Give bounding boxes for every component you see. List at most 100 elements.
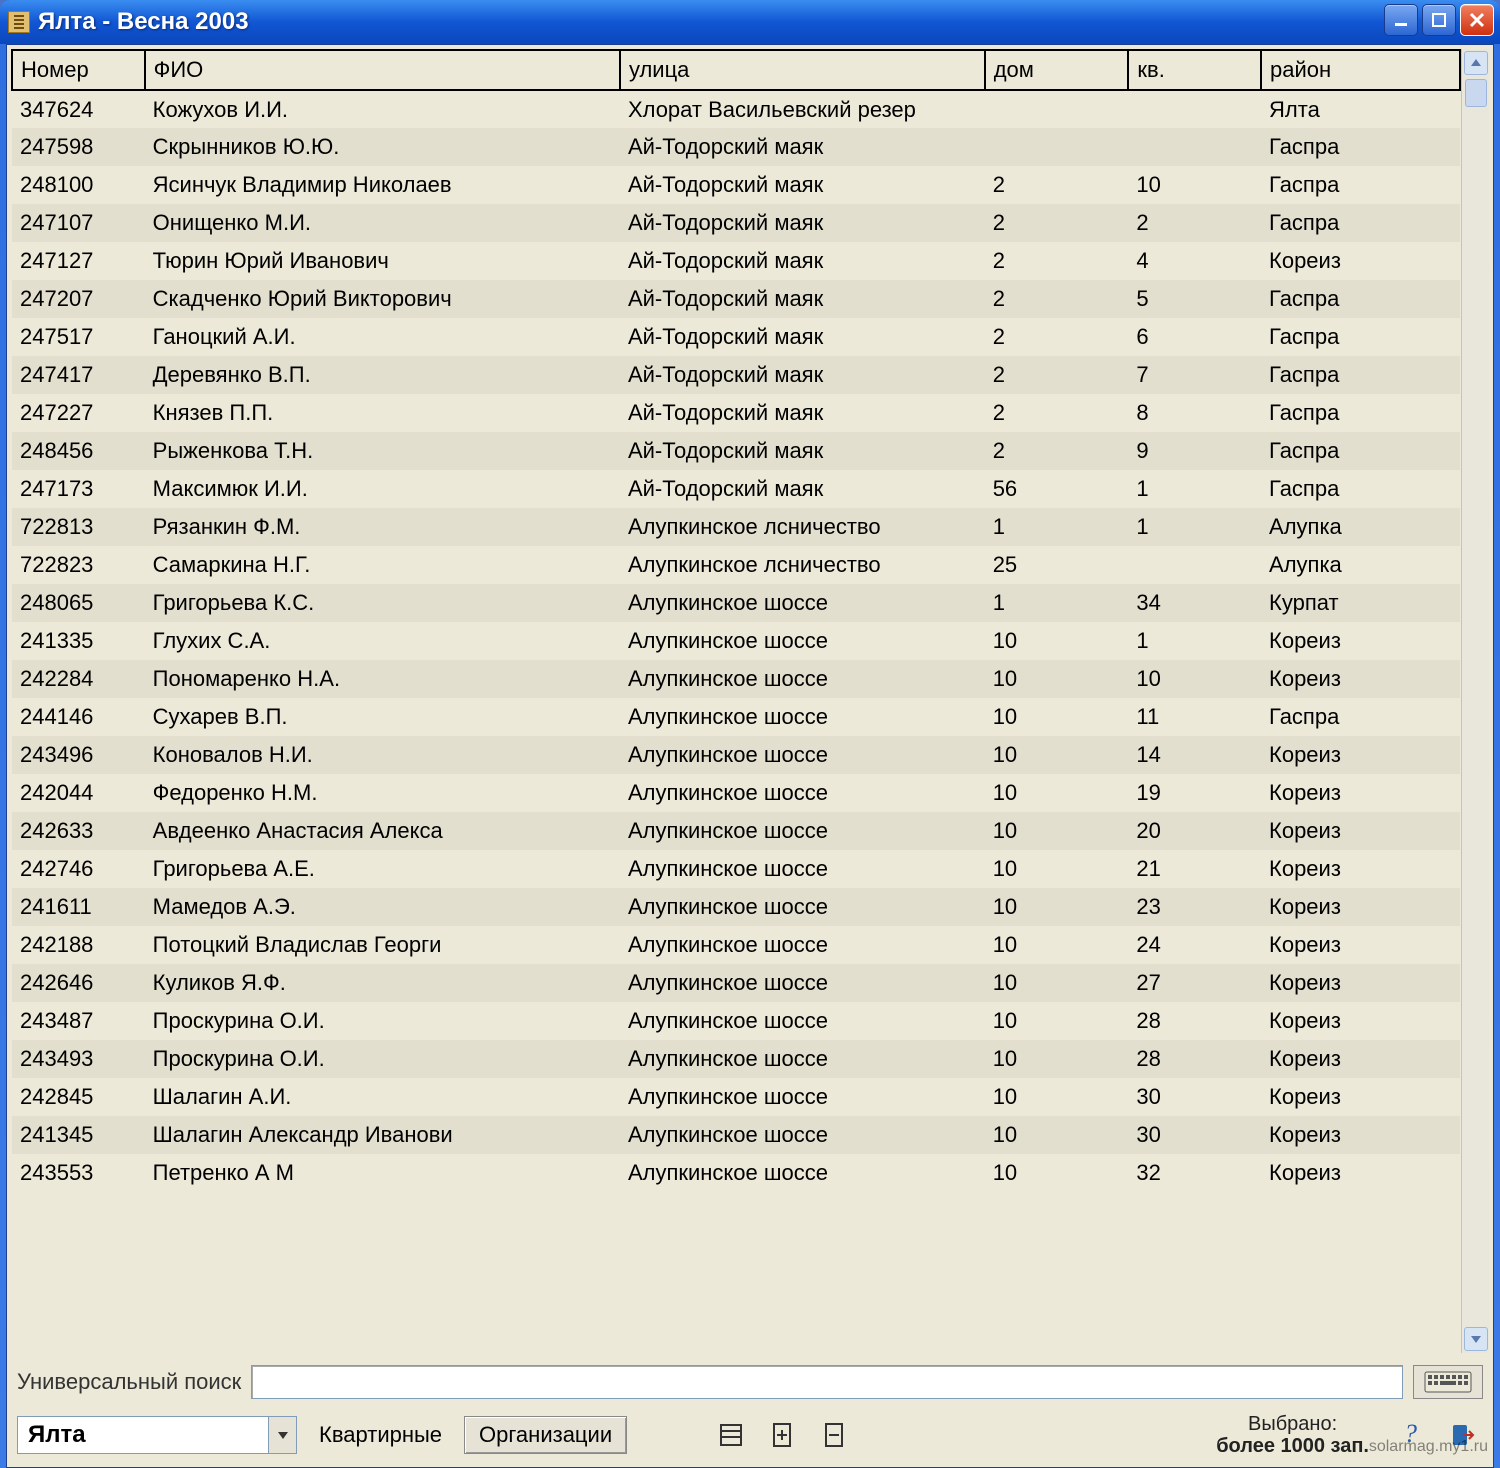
cell-district[interactable]: Гаспра — [1261, 432, 1460, 470]
cell-fio[interactable]: Максимюк И.И. — [145, 470, 620, 508]
cell-street[interactable]: Алупкинское шоссе — [620, 1116, 985, 1154]
cell-house[interactable]: 10 — [985, 888, 1129, 926]
cell-num[interactable]: 241335 — [12, 622, 145, 660]
cell-fio[interactable]: Сухарев В.П. — [145, 698, 620, 736]
cell-num[interactable]: 247517 — [12, 318, 145, 356]
cell-district[interactable]: Кореиз — [1261, 242, 1460, 280]
cell-street[interactable]: Хлорат Васильевский резер — [620, 90, 985, 128]
cell-district[interactable]: Кореиз — [1261, 964, 1460, 1002]
cell-fio[interactable]: Шалагин Александр Иванови — [145, 1116, 620, 1154]
cell-house[interactable]: 2 — [985, 432, 1129, 470]
table-row[interactable]: 241335Глухих С.А.Алупкинское шоссе101Кор… — [12, 622, 1460, 660]
cell-num[interactable]: 248456 — [12, 432, 145, 470]
table-header-row[interactable]: Номер ФИО улица дом кв. район — [12, 50, 1460, 90]
cell-apt[interactable]: 10 — [1128, 660, 1261, 698]
cell-street[interactable]: Алупкинское шоссе — [620, 660, 985, 698]
cell-district[interactable]: Гаспра — [1261, 128, 1460, 166]
cell-num[interactable]: 242188 — [12, 926, 145, 964]
cell-fio[interactable]: Ганоцкий А.И. — [145, 318, 620, 356]
cell-fio[interactable]: Самаркина Н.Г. — [145, 546, 620, 584]
col-number[interactable]: Номер — [12, 50, 145, 90]
cell-house[interactable]: 2 — [985, 394, 1129, 432]
cell-district[interactable]: Гаспра — [1261, 698, 1460, 736]
col-apt[interactable]: кв. — [1128, 50, 1261, 90]
cell-fio[interactable]: Деревянко В.П. — [145, 356, 620, 394]
cell-apt[interactable]: 14 — [1128, 736, 1261, 774]
cell-district[interactable]: Гаспра — [1261, 470, 1460, 508]
cell-street[interactable]: Алупкинское шоссе — [620, 1154, 985, 1192]
cell-num[interactable]: 247207 — [12, 280, 145, 318]
cell-num[interactable]: 242845 — [12, 1078, 145, 1116]
cell-num[interactable]: 247173 — [12, 470, 145, 508]
cell-district[interactable]: Алупка — [1261, 546, 1460, 584]
cell-street[interactable]: Алупкинское шоссе — [620, 1002, 985, 1040]
cell-house[interactable]: 10 — [985, 622, 1129, 660]
cell-district[interactable]: Гаспра — [1261, 280, 1460, 318]
cell-fio[interactable]: Пономаренко Н.А. — [145, 660, 620, 698]
cell-street[interactable]: Ай-Тодорский маяк — [620, 318, 985, 356]
cell-apt[interactable] — [1128, 546, 1261, 584]
cell-num[interactable]: 243493 — [12, 1040, 145, 1078]
table-row[interactable]: 347624Кожухов И.И. Хлорат Васильевский р… — [12, 90, 1460, 128]
cell-house[interactable]: 10 — [985, 1002, 1129, 1040]
cell-apt[interactable]: 28 — [1128, 1002, 1261, 1040]
cell-street[interactable]: Алупкинское шоссе — [620, 774, 985, 812]
cell-district[interactable]: Кореиз — [1261, 622, 1460, 660]
cell-fio[interactable]: Григорьева А.Е. — [145, 850, 620, 888]
table-row[interactable]: 243553Петренко А МАлупкинское шоссе1032К… — [12, 1154, 1460, 1192]
cell-street[interactable]: Алупкинское лсничество — [620, 546, 985, 584]
table-row[interactable]: 244146Сухарев В.П.Алупкинское шоссе1011Г… — [12, 698, 1460, 736]
table-row[interactable]: 242044Федоренко Н.М.Алупкинское шоссе101… — [12, 774, 1460, 812]
cell-apt[interactable]: 8 — [1128, 394, 1261, 432]
table-row[interactable]: 241345Шалагин Александр ИвановиАлупкинск… — [12, 1116, 1460, 1154]
cell-num[interactable]: 241345 — [12, 1116, 145, 1154]
data-table[interactable]: Номер ФИО улица дом кв. район 347624Кожу… — [11, 49, 1461, 1192]
cell-apt[interactable]: 24 — [1128, 926, 1261, 964]
cell-house[interactable]: 10 — [985, 774, 1129, 812]
organizacii-button[interactable]: Организации — [464, 1416, 627, 1454]
cell-district[interactable]: Кореиз — [1261, 1154, 1460, 1192]
titlebar[interactable]: Ялта - Весна 2003 — [0, 0, 1500, 44]
cell-street[interactable]: Алупкинское шоссе — [620, 736, 985, 774]
cell-apt[interactable]: 1 — [1128, 508, 1261, 546]
cell-district[interactable]: Гаспра — [1261, 204, 1460, 242]
cell-street[interactable]: Ай-Тодорский маяк — [620, 242, 985, 280]
cell-house[interactable]: 56 — [985, 470, 1129, 508]
cell-street[interactable]: Алупкинское шоссе — [620, 584, 985, 622]
table-row[interactable]: 247207Скадченко Юрий ВикторовичАй-Тодорс… — [12, 280, 1460, 318]
cell-house[interactable] — [985, 90, 1129, 128]
cell-apt[interactable]: 11 — [1128, 698, 1261, 736]
help-button[interactable]: ? — [1391, 1416, 1431, 1454]
cell-apt[interactable]: 9 — [1128, 432, 1261, 470]
cell-apt[interactable]: 19 — [1128, 774, 1261, 812]
cell-house[interactable]: 10 — [985, 736, 1129, 774]
cell-district[interactable]: Кореиз — [1261, 888, 1460, 926]
cell-num[interactable]: 248065 — [12, 584, 145, 622]
city-combobox[interactable]: Ялта — [17, 1416, 297, 1454]
cell-house[interactable]: 10 — [985, 660, 1129, 698]
cell-fio[interactable]: Проскурина О.И. — [145, 1002, 620, 1040]
cell-fio[interactable]: Потоцкий Владислав Георги — [145, 926, 620, 964]
cell-street[interactable]: Алупкинское шоссе — [620, 850, 985, 888]
cell-num[interactable]: 247227 — [12, 394, 145, 432]
cell-fio[interactable]: Федоренко Н.М. — [145, 774, 620, 812]
maximize-button[interactable] — [1422, 4, 1456, 36]
cell-street[interactable]: Алупкинское шоссе — [620, 622, 985, 660]
cell-district[interactable]: Кореиз — [1261, 1002, 1460, 1040]
table-row[interactable]: 243493Проскурина О.И.Алупкинское шоссе10… — [12, 1040, 1460, 1078]
col-fio[interactable]: ФИО — [145, 50, 620, 90]
remove-record-button[interactable] — [815, 1416, 855, 1454]
table-row[interactable]: 247517Ганоцкий А.И.Ай-Тодорский маяк26Га… — [12, 318, 1460, 356]
cell-num[interactable]: 247598 — [12, 128, 145, 166]
cell-apt[interactable]: 2 — [1128, 204, 1261, 242]
cell-num[interactable]: 244146 — [12, 698, 145, 736]
cell-num[interactable]: 347624 — [12, 90, 145, 128]
cell-apt[interactable]: 20 — [1128, 812, 1261, 850]
cell-fio[interactable]: Шалагин А.И. — [145, 1078, 620, 1116]
cell-apt[interactable]: 32 — [1128, 1154, 1261, 1192]
cell-house[interactable]: 2 — [985, 318, 1129, 356]
cell-street[interactable]: Алупкинское лсничество — [620, 508, 985, 546]
cell-num[interactable]: 242044 — [12, 774, 145, 812]
cell-apt[interactable]: 23 — [1128, 888, 1261, 926]
vertical-scrollbar[interactable] — [1461, 49, 1489, 1353]
